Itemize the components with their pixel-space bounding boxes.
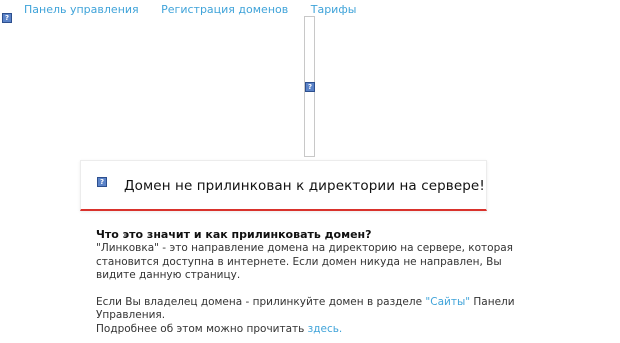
more-info-text: Подробнее об этом можно прочитать: [96, 322, 308, 335]
more-info-paragraph: Подробнее об этом можно прочитать здесь.: [96, 323, 516, 337]
error-message-title: Домен не прилинкован к директории на сер…: [124, 178, 485, 194]
nav-link-control-panel[interactable]: Панель управления: [24, 3, 139, 16]
nav-link-domain-registration[interactable]: Регистрация доменов: [161, 3, 288, 16]
top-navigation: Панель управления Регистрация доменов Та…: [24, 3, 375, 16]
page: ? Панель управления Регистрация доменов …: [0, 0, 620, 343]
explanation-paragraph: "Линковка" - это направление домена на д…: [96, 242, 513, 281]
broken-image-icon: ?: [2, 13, 12, 23]
sites-section-link[interactable]: "Сайты": [425, 296, 470, 308]
explanation-section: Что это значит и как прилинковать домен?…: [96, 228, 516, 336]
instruction-paragraph: Если Вы владелец домена - прилинкуйте до…: [96, 296, 516, 323]
nav-link-tariffs[interactable]: Тарифы: [311, 3, 357, 16]
error-message-card: ? Домен не прилинкован к директории на с…: [80, 160, 487, 211]
more-info-link[interactable]: здесь.: [308, 323, 343, 335]
explanation-heading: Что это значит и как прилинковать домен?: [96, 228, 372, 241]
broken-image-icon: ?: [97, 177, 107, 187]
broken-image-icon: ?: [305, 82, 315, 92]
instruction-text: Если Вы владелец домена - прилинкуйте до…: [96, 295, 426, 308]
